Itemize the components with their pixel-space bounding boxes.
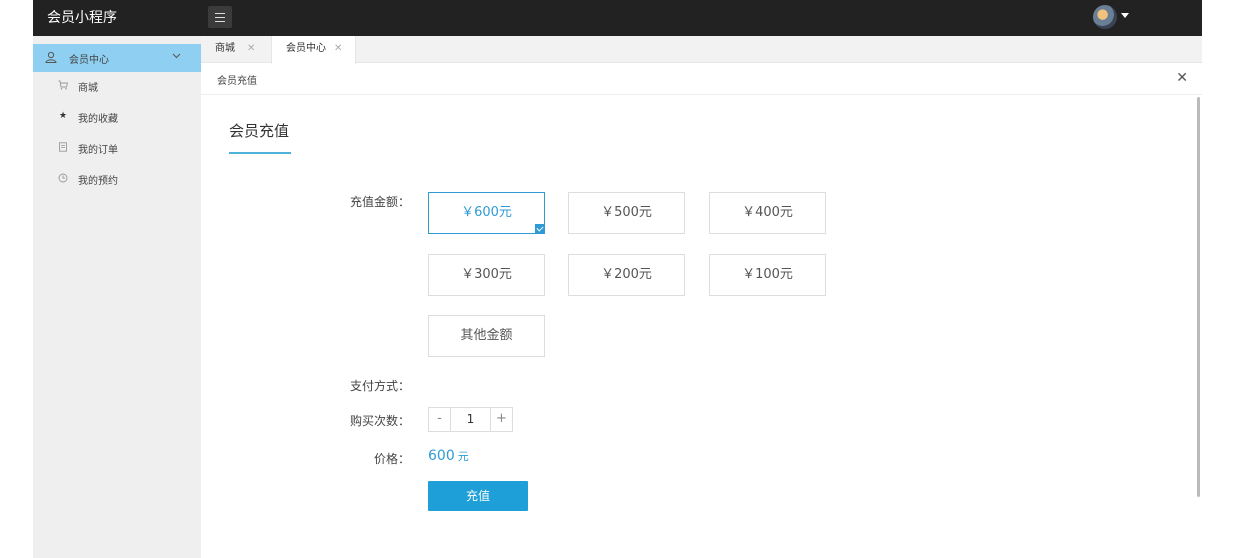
sidebar-item-label: 我的预约: [78, 176, 118, 187]
content-header: 会员充值 ✕: [201, 63, 1202, 95]
amount-option-label: ￥600元: [461, 205, 512, 220]
caret-down-icon[interactable]: [1121, 13, 1129, 18]
sidebar-item-member-center[interactable]: 会员中心: [33, 44, 201, 72]
order-icon: [59, 142, 67, 152]
amount-option-label: 其他金额: [460, 328, 513, 343]
sidebar-item-label: 我的收藏: [78, 114, 118, 125]
sidebar-item-favorites[interactable]: ★ 我的收藏: [33, 107, 201, 127]
scrollbar[interactable]: [1197, 97, 1200, 497]
sidebar-item-label: 商城: [78, 83, 98, 94]
sidebar-item-orders[interactable]: 我的订单: [33, 138, 201, 158]
user-icon: [45, 51, 57, 63]
avatar[interactable]: [1093, 5, 1117, 29]
amount-option-300[interactable]: ￥300元: [428, 254, 545, 296]
amount-option-label: ￥100元: [742, 267, 793, 282]
tab-member-center[interactable]: 会员中心 ✕: [271, 36, 356, 64]
amount-option-label: ￥200元: [601, 267, 652, 282]
sidebar-item-label: 我的订单: [78, 145, 118, 156]
price-value: 600: [428, 448, 455, 464]
menu-icon-line: [215, 13, 225, 14]
tab-label: 商城: [215, 43, 235, 54]
close-icon[interactable]: ✕: [334, 43, 342, 54]
quantity-stepper: - 1 +: [428, 407, 513, 432]
menu-icon-line: [215, 21, 225, 22]
sidebar-item-appointments[interactable]: 我的预约: [33, 169, 201, 189]
recharge-button[interactable]: 充值: [428, 481, 528, 511]
amount-option-500[interactable]: ￥500元: [568, 192, 685, 234]
app-title: 会员小程序: [47, 10, 117, 26]
quantity-minus-button[interactable]: -: [429, 408, 451, 431]
amount-option-200[interactable]: ￥200元: [568, 254, 685, 296]
amount-option-other[interactable]: 其他金额: [428, 315, 545, 357]
menu-icon-line: [215, 17, 225, 18]
amount-option-label: ￥300元: [461, 267, 512, 282]
top-bar: 会员小程序: [33, 0, 1202, 36]
title-underline: [229, 152, 291, 154]
close-icon[interactable]: ✕: [1176, 70, 1188, 86]
quantity-label: 购买次数：: [349, 414, 410, 428]
quantity-value[interactable]: 1: [451, 408, 490, 431]
sidebar: 会员中心 商城 ★ 我的收藏 我的订单 我的预约: [33, 36, 201, 558]
amount-option-400[interactable]: ￥400元: [709, 192, 826, 234]
app-frame: 会员小程序 会员中心 商城 ★ 我的收藏 我的订单 我的预约 商城 ✕ 会员中心…: [33, 0, 1202, 558]
amount-option-600[interactable]: ￥600元: [428, 192, 545, 234]
tab-bar: 商城 ✕ 会员中心 ✕: [201, 36, 1202, 64]
tab-mall[interactable]: 商城 ✕: [201, 36, 271, 63]
amount-option-100[interactable]: ￥100元: [709, 254, 826, 296]
page-title: 会员充值: [229, 122, 290, 140]
tab-label: 会员中心: [286, 43, 326, 54]
amount-option-label: ￥500元: [601, 205, 652, 220]
chevron-down-icon: [172, 53, 181, 59]
price-label: 价格：: [373, 452, 410, 466]
quantity-plus-button[interactable]: +: [490, 408, 512, 431]
cart-icon: [58, 80, 68, 90]
price-display: 600 元: [428, 448, 469, 464]
close-icon[interactable]: ✕: [247, 43, 255, 54]
sidebar-header-label: 会员中心: [69, 55, 109, 66]
payment-label: 支付方式：: [349, 379, 410, 393]
price-unit: 元: [457, 450, 469, 463]
sidebar-item-mall[interactable]: 商城: [33, 76, 201, 96]
amount-label: 充值金额：: [349, 195, 410, 209]
clock-icon: [58, 173, 68, 183]
amount-option-label: ￥400元: [742, 205, 793, 220]
menu-toggle-button[interactable]: [208, 6, 232, 28]
check-icon: [535, 224, 545, 234]
content-header-title: 会员充值: [217, 76, 257, 87]
star-icon: ★: [58, 111, 68, 121]
